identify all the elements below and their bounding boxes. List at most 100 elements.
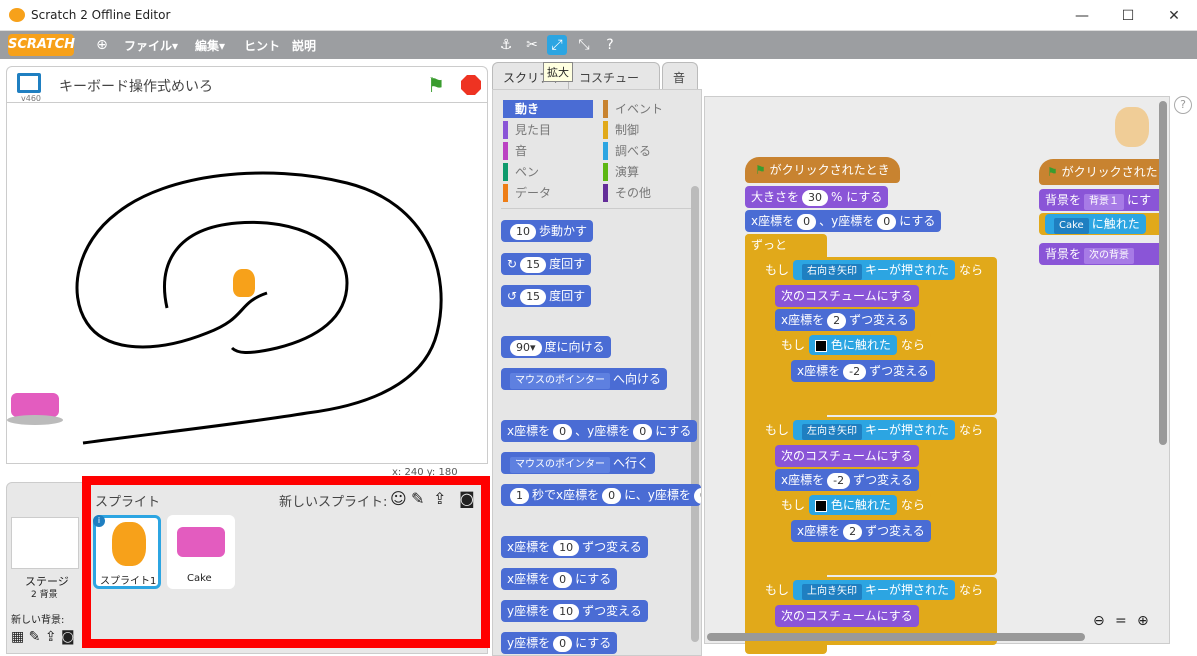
tab-sounds[interactable]: 音	[662, 62, 698, 90]
block-turn-right[interactable]: ↻ 15 度回す	[501, 253, 592, 275]
if-up[interactable]: もし 上向き矢印 キーが押された なら	[759, 579, 990, 601]
maximize-button[interactable]: ☐	[1105, 0, 1151, 31]
color-swatch[interactable]	[815, 339, 828, 352]
sprite-library-icon[interactable]: ☺	[390, 489, 407, 508]
about-menu[interactable]: 説明	[292, 37, 316, 54]
category-8[interactable]: データ	[503, 184, 593, 202]
input[interactable]: 0	[877, 214, 897, 230]
input[interactable]: 15	[520, 289, 547, 305]
input[interactable]: 30	[802, 190, 829, 206]
project-title[interactable]: キーボード操作式めいろ	[59, 76, 213, 96]
input[interactable]: -2	[827, 473, 851, 489]
input[interactable]: -2	[843, 364, 867, 380]
scratch-logo[interactable]: SCRATCH	[8, 34, 75, 56]
grow-icon[interactable]: ⤢	[547, 35, 567, 55]
block-set-x[interactable]: x座標を 0 にする	[501, 568, 618, 590]
stage-canvas[interactable]	[6, 102, 488, 464]
help-side-icon[interactable]: ?	[1174, 96, 1192, 114]
dropdown[interactable]: 背景１	[1084, 194, 1125, 210]
block-change-x[interactable]: x座標を 2 ずつ変える	[791, 520, 931, 542]
block-change-x[interactable]: x座標を -2 ずつ変える	[775, 469, 919, 491]
category-2[interactable]: 見た目	[503, 121, 593, 139]
block-move[interactable]: 10 歩動かす	[501, 220, 594, 242]
input[interactable]: 0	[553, 424, 573, 440]
script-area[interactable]: ⚑ がクリックされたとき 大きさを 30% にする x座標を 0 、y座標を 0 にする …	[704, 96, 1170, 654]
input[interactable]: 2	[843, 524, 863, 540]
block-set-y[interactable]: y座標を 0 にする	[501, 632, 618, 654]
block-next-costume[interactable]: 次のコスチュームにする	[775, 605, 919, 627]
file-menu[interactable]: ファイル▾	[124, 37, 178, 54]
input[interactable]: 90▾	[510, 340, 542, 356]
input[interactable]: 15	[520, 257, 547, 273]
block-point-direction[interactable]: 90▾ 度に向ける	[501, 336, 611, 358]
input[interactable]: 10	[553, 604, 580, 620]
hat-flag-clicked[interactable]: ⚑ がクリックされたとき	[745, 157, 900, 183]
block-point-towards[interactable]: マウスのポインター へ向ける	[501, 368, 668, 390]
block-turn-left[interactable]: ↺ 15 度回す	[501, 285, 592, 307]
category-4[interactable]: 音	[503, 142, 593, 160]
info-icon[interactable]: i	[93, 515, 105, 527]
shrink-icon[interactable]: ⤡	[574, 35, 594, 55]
paint-sprite-icon[interactable]: ✎	[411, 489, 424, 508]
key-dropdown[interactable]: 上向き矢印	[802, 584, 863, 600]
category-6[interactable]: ペン	[503, 163, 593, 181]
if-touch-color[interactable]: もし 色に触れた なら	[775, 494, 931, 516]
camera-sprite-icon[interactable]: ◙	[459, 489, 475, 508]
block-set-size[interactable]: 大きさを 30% にする	[745, 186, 889, 208]
dropdown[interactable]: 次の背景	[1084, 248, 1135, 264]
input[interactable]: 1	[510, 488, 529, 504]
globe-icon[interactable]: ⊕	[92, 35, 112, 55]
presentation-mode-icon[interactable]	[17, 73, 41, 93]
cut-scissors-icon[interactable]: ✂	[522, 35, 542, 55]
help-icon[interactable]: ?	[600, 35, 620, 55]
block-next-costume[interactable]: 次のコスチュームにする	[775, 445, 919, 467]
block-change-x[interactable]: x座標を -2 ずつ変える	[791, 360, 935, 382]
tab-costumes[interactable]: コスチューム	[568, 62, 660, 102]
dropdown[interactable]: マウスのポインター	[510, 457, 610, 473]
input[interactable]: 0	[602, 488, 622, 504]
minimize-button[interactable]: —	[1059, 0, 1105, 31]
category-7[interactable]: 演算	[603, 163, 693, 181]
color-swatch[interactable]	[815, 499, 828, 512]
sprite-tile-cat[interactable]: i スプライト1	[93, 515, 161, 589]
block-change-x[interactable]: x座標を 10 ずつ変える	[501, 536, 648, 558]
category-0[interactable]: 動き	[503, 100, 593, 118]
block-goto-xy[interactable]: x座標を 0 、y座標を 0 にする	[745, 210, 942, 232]
dropdown[interactable]: Cake	[1054, 218, 1089, 234]
vertical-scrollbar[interactable]	[1159, 101, 1167, 445]
category-9[interactable]: その他	[603, 184, 693, 202]
cake-sprite[interactable]	[7, 379, 63, 427]
input[interactable]: 0	[693, 488, 701, 504]
block-switch-backdrop[interactable]: 背景を 背景１ にす	[1039, 189, 1167, 211]
if-left[interactable]: もし 左向き矢印 キーが押された なら	[759, 419, 990, 441]
category-3[interactable]: 制御	[603, 121, 693, 139]
duplicate-stamp-icon[interactable]: ⚓	[496, 35, 516, 55]
category-5[interactable]: 調べる	[603, 142, 693, 160]
input[interactable]: 0	[797, 214, 817, 230]
close-button[interactable]: ✕	[1151, 0, 1197, 31]
key-dropdown[interactable]: 右向き矢印	[802, 264, 863, 280]
if-touch-color[interactable]: もし 色に触れた なら	[775, 334, 931, 356]
zoom-reset-icon[interactable]: =	[1115, 613, 1127, 629]
input[interactable]: 0	[553, 572, 573, 588]
if-right[interactable]: もし 右向き矢印 キーが押された なら	[759, 259, 990, 281]
dropdown[interactable]: マウスのポインター	[510, 373, 610, 389]
block-change-y[interactable]: y座標を 10 ずつ変える	[501, 600, 648, 622]
stage-thumbnail[interactable]	[11, 517, 79, 569]
if-touching-cake[interactable]: Cake に触れた	[1039, 213, 1167, 235]
input[interactable]: 10	[553, 540, 580, 556]
hat-flag-clicked-2[interactable]: ⚑ がクリックされたと	[1039, 159, 1167, 185]
block-next-costume[interactable]: 次のコスチュームにする	[775, 285, 919, 307]
block-goto-xy[interactable]: x座標を 0 、y座標を 0 にする	[501, 420, 698, 442]
input[interactable]: 0	[553, 636, 573, 652]
block-next-backdrop[interactable]: 背景を 次の背景	[1039, 243, 1167, 265]
horizontal-scrollbar[interactable]	[707, 633, 1085, 641]
input[interactable]: 10	[510, 224, 536, 240]
palette-scrollbar[interactable]	[691, 186, 699, 642]
tips-menu[interactable]: ヒント	[244, 37, 280, 54]
backdrop-tools[interactable]: ▦ ✎ ⇪ ◙	[11, 629, 75, 645]
input[interactable]: 0	[633, 424, 653, 440]
upload-sprite-icon[interactable]: ⇪	[433, 489, 446, 508]
block-change-x[interactable]: x座標を 2 ずつ変える	[775, 309, 915, 331]
zoom-out-icon[interactable]: ⊖	[1093, 613, 1105, 629]
